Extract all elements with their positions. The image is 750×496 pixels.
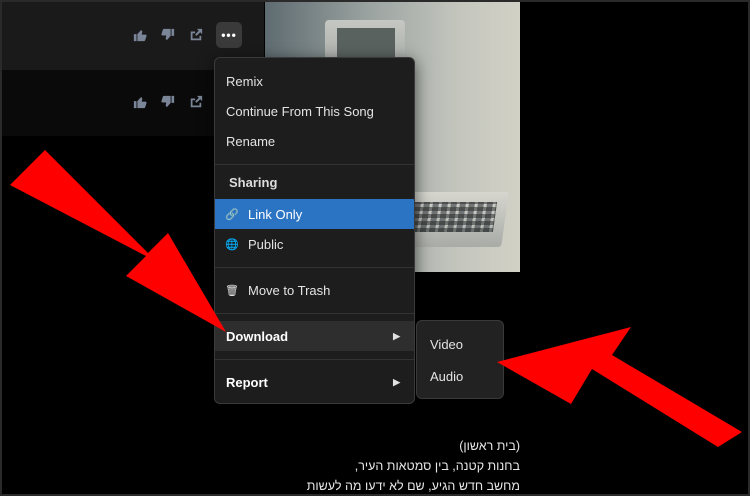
annotation-arrows [10,150,742,447]
left-arrow-annotation [10,150,226,332]
right-arrow-annotation [497,327,742,447]
